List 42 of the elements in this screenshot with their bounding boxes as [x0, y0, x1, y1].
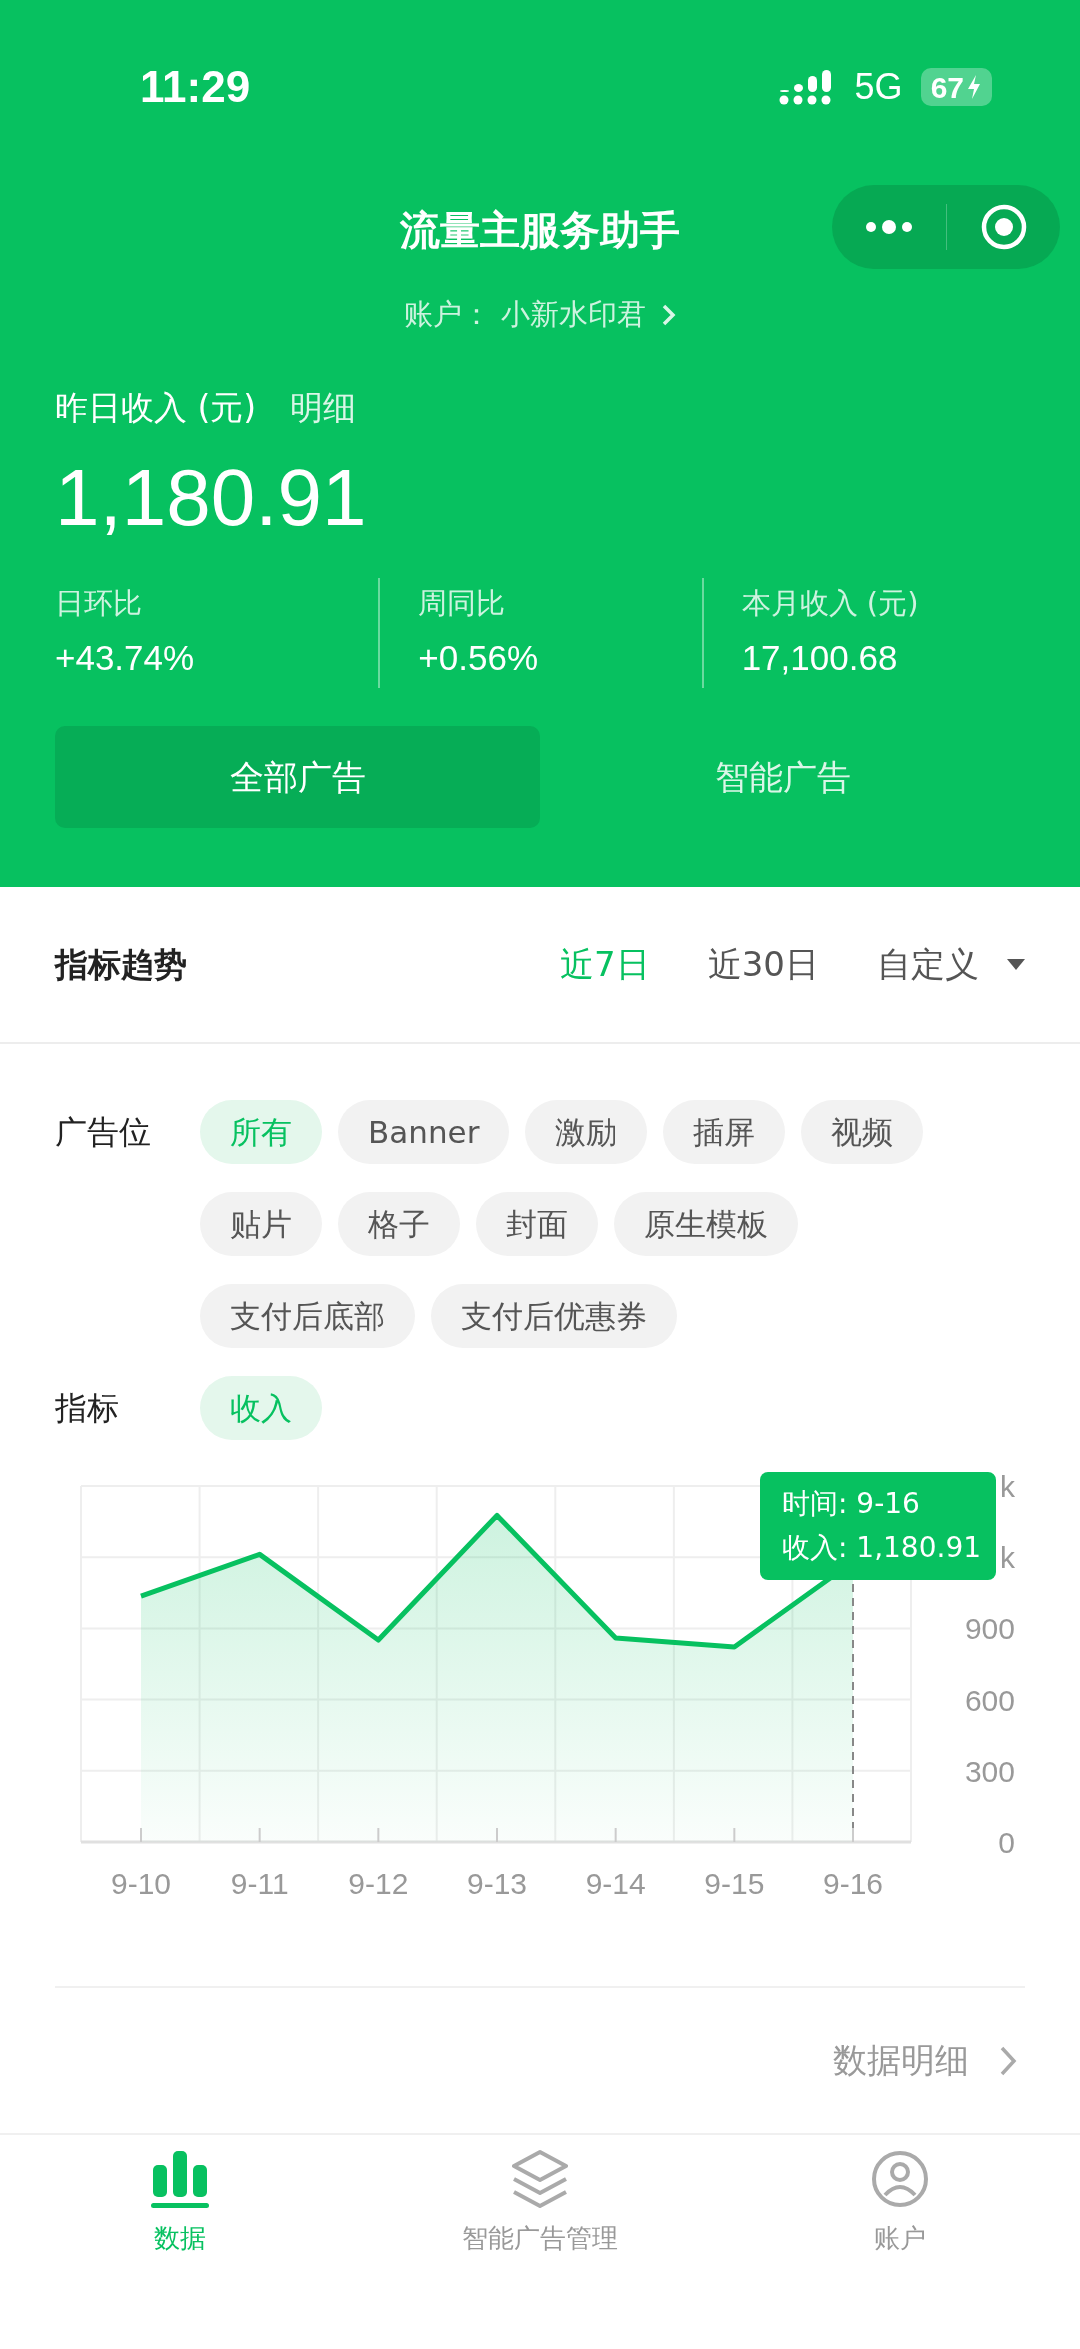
filter-chip[interactable]: 格子 [338, 1192, 460, 1256]
y-tick-label: k [1000, 1541, 1015, 1575]
filter-label: 指标 [55, 1388, 120, 1429]
x-tick-label: 9-14 [585, 1867, 646, 1900]
section-title: 指标趋势 [55, 943, 187, 986]
y-tick-label: 600 [964, 1683, 1015, 1717]
filter-chip[interactable]: 封面 [476, 1192, 598, 1256]
income-label: 昨日收入 (元) [55, 387, 257, 430]
filter-chip[interactable]: 插屏 [663, 1100, 786, 1164]
stat-value: +0.56% [418, 636, 539, 679]
y-tick-label: 900 [964, 1612, 1015, 1646]
x-tick-label: 9-11 [230, 1867, 289, 1900]
status-time: 11:29 [140, 61, 251, 113]
stat-value: +43.74% [55, 636, 196, 679]
filter-label: 广告位 [55, 1112, 152, 1153]
filter-chip[interactable]: Banner [338, 1100, 510, 1164]
app-title: 流量主服务助手 [400, 206, 680, 255]
x-tick-label: 9-10 [111, 1867, 171, 1900]
battery-level: 67 [920, 68, 992, 106]
network-label: 5G [854, 65, 903, 109]
y-tick-label: 300 [964, 1754, 1015, 1788]
tooltip-text: 时间: 9-16 [782, 1486, 921, 1522]
filter-chip[interactable]: 激励 [525, 1100, 648, 1164]
y-tick-label: k [1000, 1470, 1015, 1503]
filter-chip[interactable]: 原生模板 [614, 1192, 798, 1256]
filter-chip[interactable]: 贴片 [200, 1192, 322, 1256]
range-tab[interactable]: 近30日 [707, 939, 819, 990]
x-tick-label: 9-12 [348, 1867, 409, 1900]
filter-chip[interactable]: 支付后优惠券 [431, 1284, 677, 1348]
stat-value: 17,100.68 [741, 636, 899, 679]
y-tick-label: 0 [998, 1826, 1015, 1859]
tooltip-text: 收入: 1,180.91 [782, 1530, 983, 1566]
income-value: 1,180.91 [55, 452, 368, 544]
filter-chip[interactable]: 支付后底部 [200, 1284, 415, 1348]
custom-range-dropdown[interactable]: 自定义 [877, 939, 1025, 990]
stat-label: 周同比 [418, 585, 507, 622]
filter-chip[interactable]: 视频 [801, 1100, 924, 1164]
stat-label: 日环比 [55, 585, 143, 622]
x-tick-label: 9-13 [467, 1867, 527, 1900]
x-tick-label: 9-16 [823, 1867, 883, 1900]
stat-label: 本月收入 (元) [741, 585, 920, 622]
x-tick-label: 9-15 [704, 1867, 765, 1900]
